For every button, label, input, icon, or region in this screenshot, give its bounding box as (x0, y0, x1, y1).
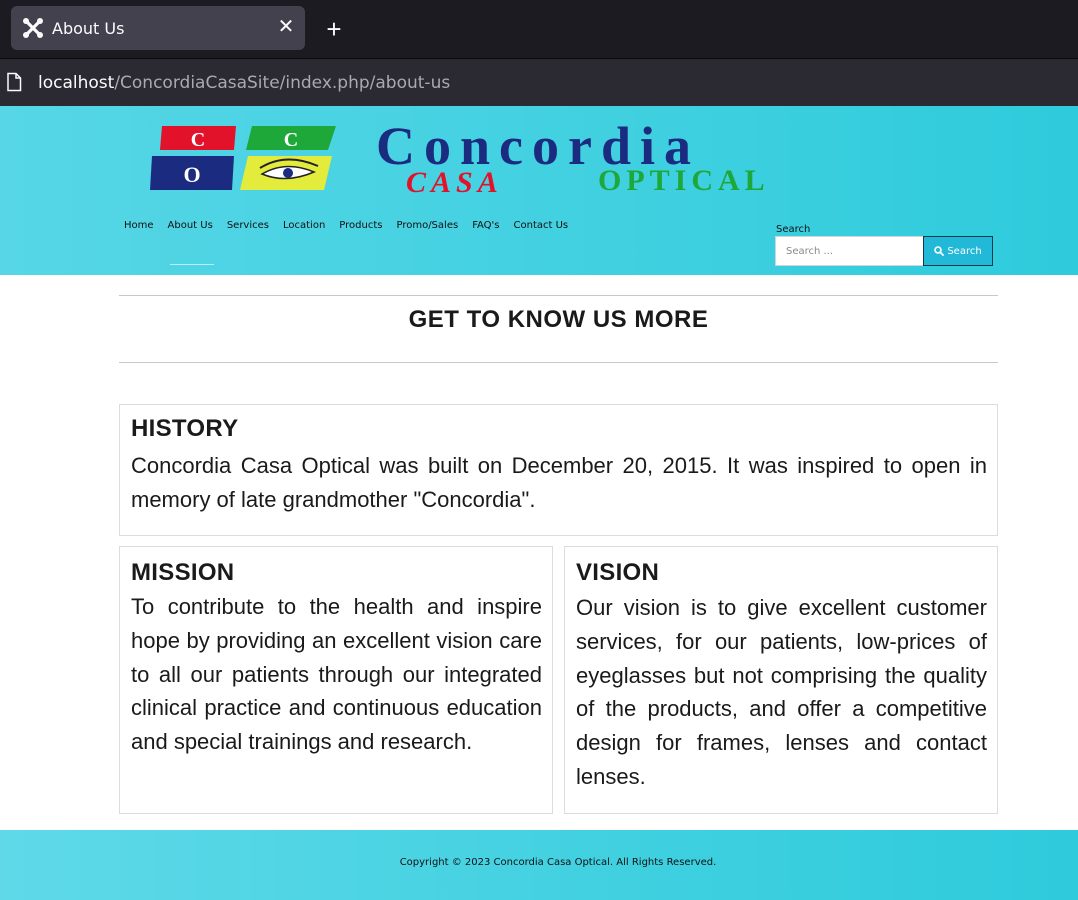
mission-text: To contribute to the health and inspire … (131, 594, 542, 755)
search-icon (934, 246, 945, 256)
search-label: Search (776, 224, 811, 235)
page-icon (7, 72, 22, 92)
search-button[interactable]: Search (923, 236, 993, 266)
address-bar[interactable]: localhost/ConcordiaCasaSite/index.php/ab… (0, 58, 1078, 106)
history-heading: HISTORY (131, 415, 239, 442)
active-nav-indicator (170, 264, 214, 265)
nav-about-us[interactable]: About Us (168, 220, 213, 231)
site-logo[interactable]: C C O Concordia CASA OPTICAL (148, 124, 948, 204)
mission-card: MISSION To contribute to the health and … (119, 546, 553, 814)
search-button-label: Search (947, 245, 982, 257)
nav-location[interactable]: Location (283, 220, 325, 231)
logo-casa: CASA (406, 166, 503, 199)
title-rule-top (119, 295, 998, 296)
nav-services[interactable]: Services (227, 220, 269, 231)
nav-promo-sales[interactable]: Promo/Sales (396, 220, 458, 231)
vision-heading: VISION (576, 559, 660, 586)
site-footer: Copyright © 2023 Concordia Casa Optical.… (0, 830, 1078, 900)
mission-heading: MISSION (131, 559, 235, 586)
logo-blocks: C C O (150, 126, 336, 190)
url-path: /ConcordiaCasaSite/index.php/about-us (114, 73, 451, 93)
url-host: localhost (38, 73, 115, 93)
logo-block-c2: C (284, 129, 298, 151)
browser-tab[interactable]: About Us ✕ (11, 6, 305, 50)
nav-products[interactable]: Products (339, 220, 382, 231)
copyright-text: Copyright © 2023 Concordia Casa Optical.… (399, 857, 717, 868)
url-text[interactable]: localhost/ConcordiaCasaSite/index.php/ab… (38, 73, 450, 93)
nav-home[interactable]: Home (124, 220, 154, 231)
browser-tab-bar: About Us ✕ + (0, 0, 1078, 58)
nav-contact-us[interactable]: Contact Us (514, 220, 569, 231)
logo-block-c1: C (191, 129, 205, 151)
search-input[interactable] (775, 236, 924, 266)
close-tab-icon[interactable]: ✕ (275, 16, 297, 38)
history-card: HISTORY Concordia Casa Optical was built… (119, 404, 998, 536)
vision-card: VISION Our vision is to give excellent c… (564, 546, 998, 814)
nav-faqs[interactable]: FAQ's (472, 220, 499, 231)
logo-optical: OPTICAL (598, 164, 770, 197)
tab-title: About Us (52, 19, 125, 38)
joomla-icon (23, 18, 43, 38)
page-title: GET TO KNOW US MORE (408, 306, 709, 333)
title-rule-bottom (119, 362, 998, 363)
logo-block-o: O (183, 162, 200, 187)
vision-text: Our vision is to give excellent customer… (576, 595, 987, 789)
site-header: C C O Concordia CASA OPTICAL Home About … (0, 106, 1078, 275)
main-nav: Home About Us Services Location Products… (124, 220, 582, 231)
history-text: Concordia Casa Optical was built on Dece… (131, 453, 987, 512)
new-tab-icon[interactable]: + (320, 15, 348, 43)
